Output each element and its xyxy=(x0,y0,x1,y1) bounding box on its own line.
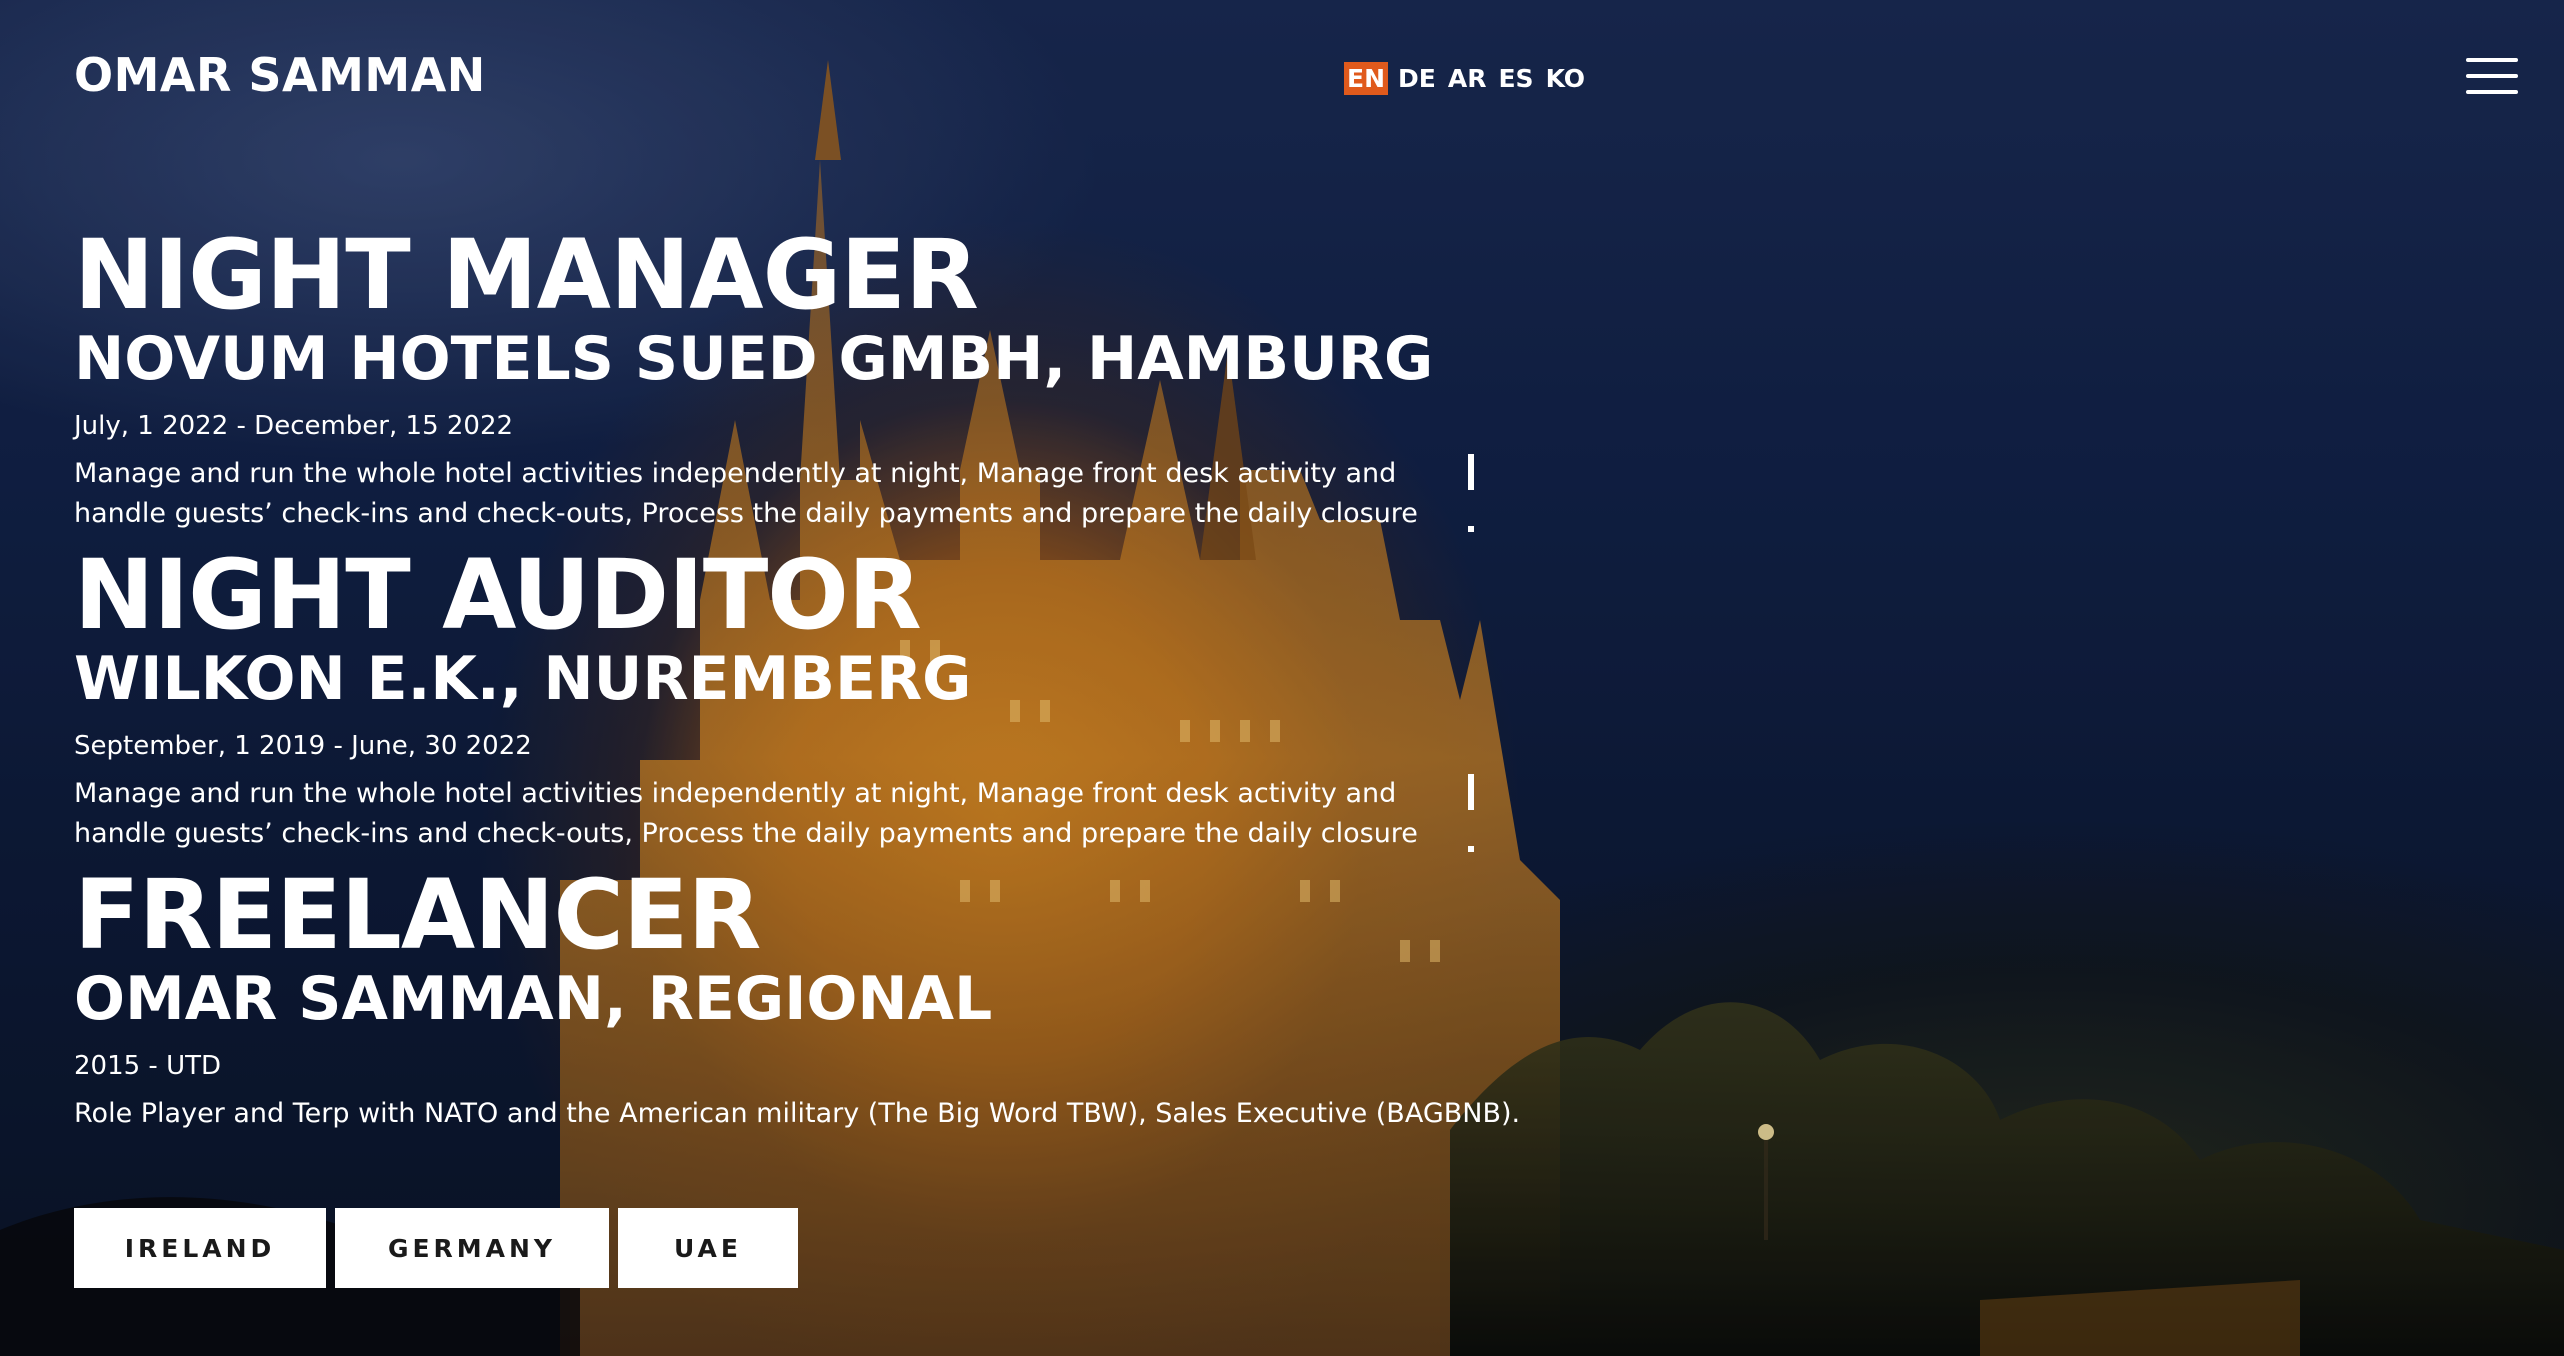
scrollbar-thumb[interactable] xyxy=(1468,454,1474,490)
hamburger-menu-icon[interactable] xyxy=(2466,58,2518,96)
job-date: September, 1 2019 - June, 30 2022 xyxy=(74,731,532,761)
page: OMAR SAMMAN EN DE AR ES KO NIGHT MANAGER… xyxy=(0,0,2564,1356)
job-date: July, 1 2022 - December, 15 2022 xyxy=(74,411,514,441)
country-button-germany[interactable]: GERMANY xyxy=(335,1208,609,1288)
lang-es[interactable]: ES xyxy=(1496,62,1535,95)
language-switcher: EN DE AR ES KO xyxy=(1344,62,1587,95)
scrollbar-end xyxy=(1468,526,1474,532)
lang-ko[interactable]: KO xyxy=(1544,62,1588,95)
job-date: 2015 - UTD xyxy=(74,1051,222,1081)
country-buttons: IRELAND GERMANY UAE xyxy=(74,1208,798,1288)
job-company: WILKON E.K., NUREMBERG xyxy=(74,644,972,714)
menu-line xyxy=(2466,58,2518,62)
scrollbar[interactable] xyxy=(1468,774,1474,854)
job-entry: FREELANCER OMAR SAMMAN, REGIONAL 2015 - … xyxy=(74,859,1521,1134)
job-company: OMAR SAMMAN, REGIONAL xyxy=(74,964,993,1034)
job-description: Manage and run the whole hotel activitie… xyxy=(74,458,1418,529)
job-description-scroll-area[interactable]: Manage and run the whole hotel activitie… xyxy=(74,774,1474,854)
scrollbar[interactable] xyxy=(1468,454,1474,534)
menu-line xyxy=(2466,90,2518,94)
site-logo[interactable]: OMAR SAMMAN xyxy=(74,48,486,102)
country-button-uae[interactable]: UAE xyxy=(618,1208,798,1288)
job-description: Manage and run the whole hotel activitie… xyxy=(74,778,1418,849)
menu-line xyxy=(2466,74,2518,78)
job-entry: NIGHT AUDITOR WILKON E.K., NUREMBERG Sep… xyxy=(74,540,1494,854)
scrollbar-end xyxy=(1468,846,1474,852)
lang-de[interactable]: DE xyxy=(1396,62,1438,95)
lang-en[interactable]: EN xyxy=(1344,62,1389,95)
job-title: FREELANCER xyxy=(74,859,761,971)
scrollbar-thumb[interactable] xyxy=(1468,774,1474,810)
country-button-ireland[interactable]: IRELAND xyxy=(74,1208,326,1288)
job-description-scroll-area[interactable]: Manage and run the whole hotel activitie… xyxy=(74,454,1474,534)
job-entry: NIGHT MANAGER NOVUM HOTELS SUED GMBH, HA… xyxy=(74,220,1494,534)
experience-list: NIGHT MANAGER NOVUM HOTELS SUED GMBH, HA… xyxy=(74,220,1521,1134)
job-description: Role Player and Terp with NATO and the A… xyxy=(74,1098,1521,1129)
job-title: NIGHT AUDITOR xyxy=(74,539,922,651)
job-title: NIGHT MANAGER xyxy=(74,219,979,331)
lang-ar[interactable]: AR xyxy=(1446,62,1489,95)
job-company: NOVUM HOTELS SUED GMBH, HAMBURG xyxy=(74,324,1434,394)
